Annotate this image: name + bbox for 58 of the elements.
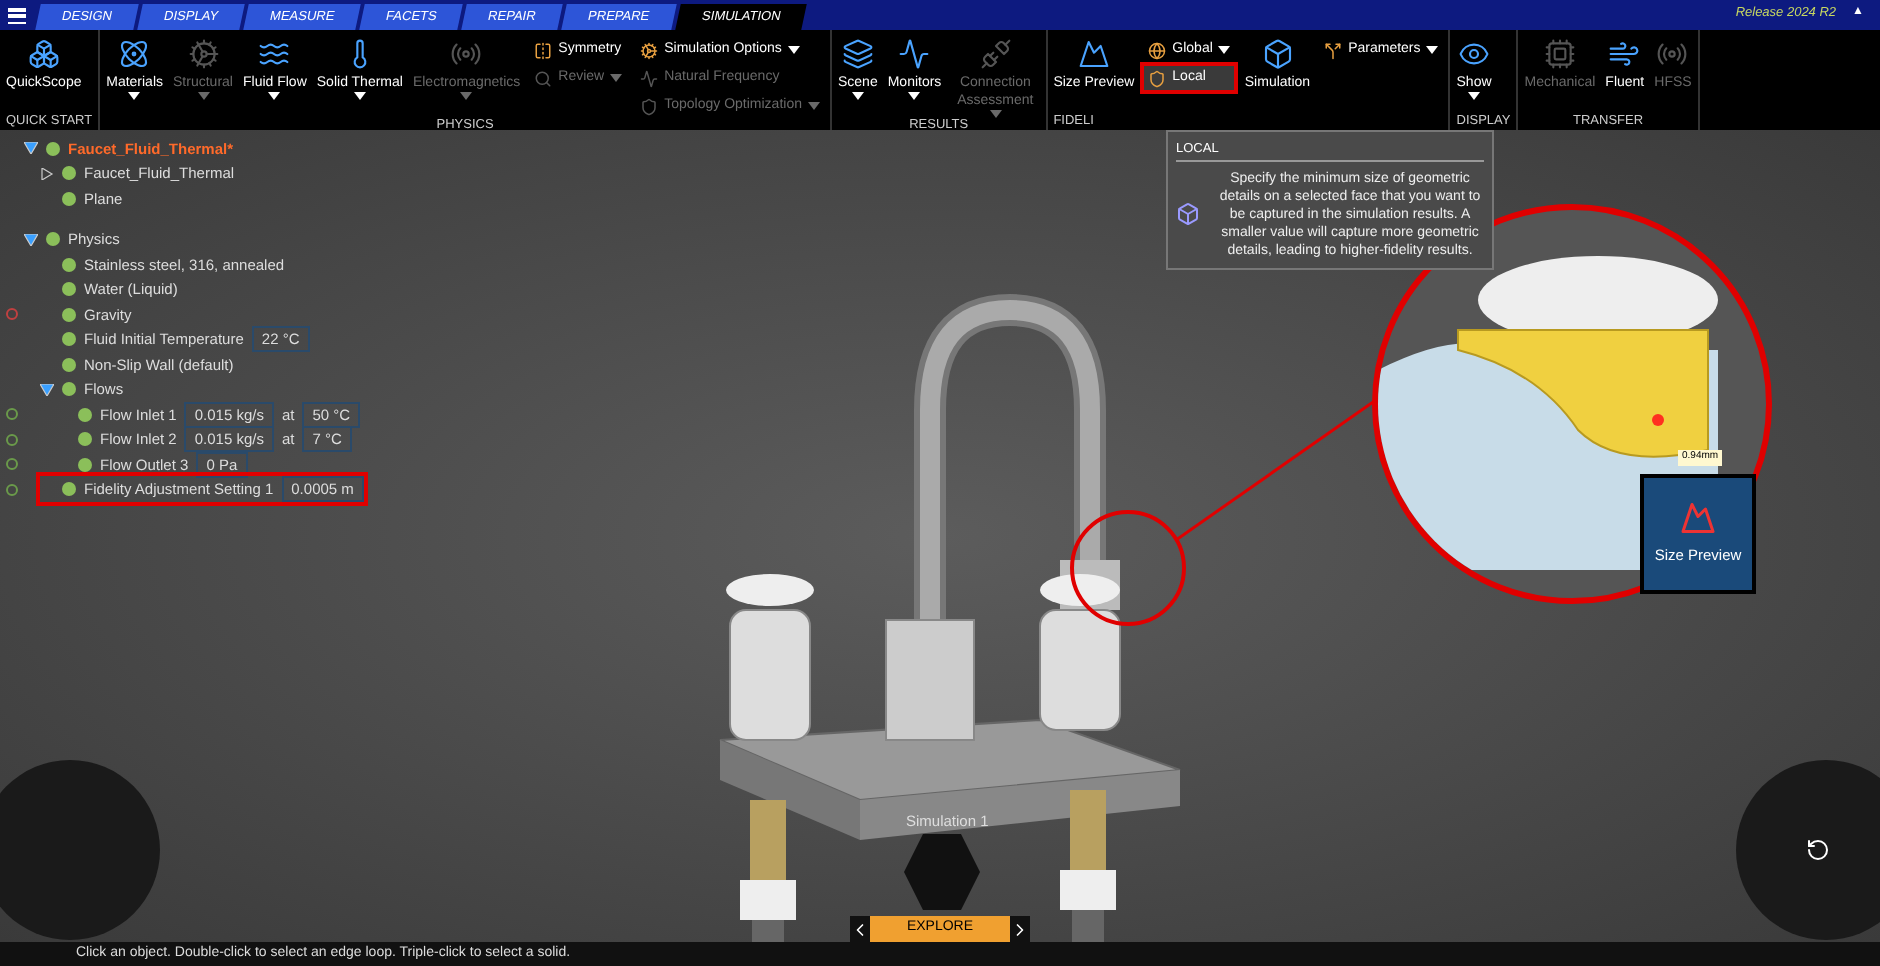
node-icon — [46, 232, 60, 247]
expanded-caret-icon[interactable] — [24, 233, 38, 246]
tool-icon — [534, 41, 553, 59]
caret-icon — [1218, 46, 1231, 54]
tool-icon — [534, 69, 553, 87]
size-preview-icon — [1680, 500, 1716, 537]
tool-icon — [118, 38, 151, 70]
tool-icon — [898, 38, 931, 70]
node-icon — [62, 282, 76, 297]
collapsed-caret-icon[interactable] — [40, 167, 54, 180]
caret-icon — [353, 92, 366, 100]
node-icon — [62, 307, 76, 322]
caret-icon — [610, 74, 623, 82]
node-icon — [62, 482, 76, 497]
caret-icon — [787, 46, 800, 54]
tool-icon — [841, 38, 874, 70]
expanded-caret-icon[interactable] — [24, 142, 38, 155]
caret-icon — [268, 92, 281, 100]
tool-icon — [979, 38, 1012, 70]
caret-icon — [128, 92, 141, 100]
caret-icon — [851, 92, 864, 100]
caret-icon — [197, 92, 209, 100]
tool-icon — [1543, 38, 1576, 70]
node-icon — [62, 191, 76, 206]
caret-icon — [989, 110, 1002, 118]
caret-icon — [807, 102, 820, 110]
tool-icon — [27, 38, 60, 70]
node-icon — [78, 432, 92, 447]
tool-icon — [450, 38, 483, 70]
node-icon — [62, 166, 76, 181]
tool-icon — [1458, 38, 1491, 70]
node-icon — [62, 357, 76, 372]
caret-icon — [460, 92, 473, 100]
node-icon — [46, 141, 60, 156]
tool-icon — [187, 38, 219, 70]
local-icon — [1176, 202, 1200, 227]
tool-icon — [1324, 41, 1343, 59]
node-icon — [62, 382, 76, 397]
tool-icon — [640, 69, 659, 87]
node-icon — [78, 457, 92, 472]
tool-icon — [1148, 69, 1167, 87]
caret-icon — [1468, 92, 1481, 100]
node-icon — [78, 407, 92, 422]
tool-icon — [640, 41, 659, 59]
tool-icon — [1608, 38, 1641, 70]
tool-icon — [258, 38, 291, 70]
caret-icon — [908, 92, 921, 100]
menu-icon[interactable] — [8, 8, 26, 24]
tool-icon — [1148, 41, 1167, 59]
caret-icon — [1426, 46, 1439, 54]
node-icon — [62, 257, 76, 272]
tool-icon — [1077, 38, 1110, 70]
tool-icon — [1656, 38, 1689, 70]
node-icon — [62, 332, 76, 347]
tool-icon — [640, 97, 659, 115]
expanded-caret-icon[interactable] — [40, 383, 54, 396]
undo-icon[interactable] — [1806, 838, 1830, 862]
tool-icon — [1261, 38, 1294, 70]
